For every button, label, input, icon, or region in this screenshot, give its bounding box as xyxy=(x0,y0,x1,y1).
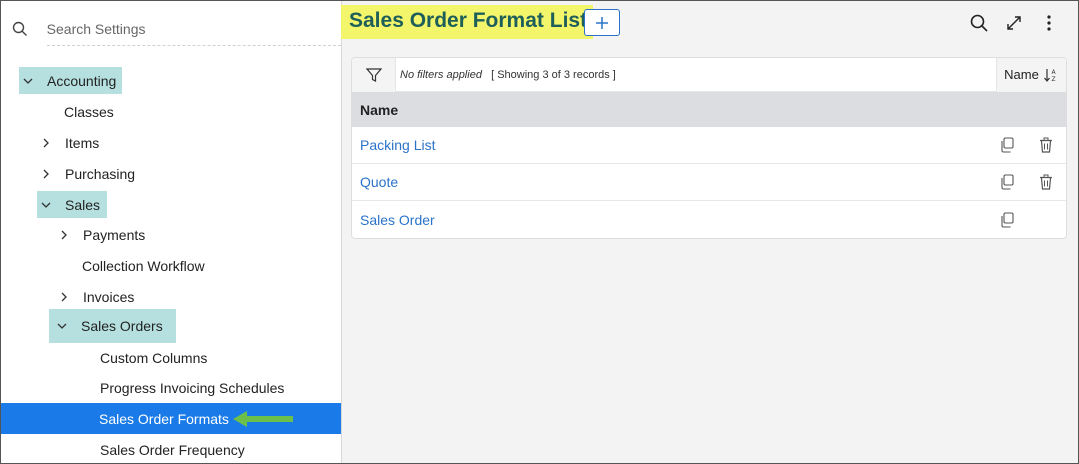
record-count: [ Showing 3 of 3 records ] xyxy=(491,68,616,81)
tree-item-label: Purchasing xyxy=(65,165,136,182)
search-row xyxy=(1,1,341,57)
filter-status: No filters applied [ Showing 3 of 3 reco… xyxy=(400,69,616,81)
add-button[interactable] xyxy=(584,9,620,36)
chevron-right-icon[interactable] xyxy=(39,136,53,150)
row-link-quote[interactable]: Quote xyxy=(360,174,398,190)
tree-item-payments[interactable]: Payments xyxy=(57,221,145,248)
expand-icon[interactable] xyxy=(1003,12,1025,34)
column-header-name[interactable]: Name xyxy=(352,92,1066,127)
tree-item-sales-orders[interactable]: Sales Orders xyxy=(49,309,176,343)
chevron-down-icon[interactable] xyxy=(39,198,53,212)
table-row: Packing List xyxy=(352,127,1066,164)
tree-item-label: Sales Order Frequency xyxy=(100,441,245,458)
filter-icon xyxy=(365,67,382,82)
copy-icon[interactable] xyxy=(998,211,1016,229)
tree-item-purchasing[interactable]: Purchasing xyxy=(39,160,135,187)
filter-button[interactable] xyxy=(352,58,396,92)
chevron-right-icon[interactable] xyxy=(57,290,71,304)
table-row: Quote xyxy=(352,164,1066,201)
filter-bar: No filters applied [ Showing 3 of 3 reco… xyxy=(352,58,1066,92)
search-input[interactable] xyxy=(46,12,341,46)
tree-item-invoices[interactable]: Invoices xyxy=(57,283,134,310)
tree-item-label: Collection Workflow xyxy=(82,257,205,274)
copy-icon[interactable] xyxy=(998,136,1016,154)
tree-item-sales-order-formats[interactable]: Sales Order Formats xyxy=(1,403,341,434)
more-options-icon[interactable] xyxy=(1038,12,1060,34)
search-icon xyxy=(11,20,29,38)
chevron-right-icon[interactable] xyxy=(57,228,71,242)
table-row: Sales Order xyxy=(352,201,1066,238)
tree-item-label: Invoices xyxy=(83,288,135,305)
tree-item-accounting[interactable]: Accounting xyxy=(19,67,122,94)
no-filters-text: No filters applied xyxy=(400,68,482,81)
sort-label: Name xyxy=(1004,67,1039,82)
tree-item-sales[interactable]: Sales xyxy=(37,191,107,218)
chevron-down-icon[interactable] xyxy=(21,74,35,88)
tree-item-label: Custom Columns xyxy=(100,349,208,366)
tree-item-progress-invoicing[interactable]: Progress Invoicing Schedules xyxy=(100,374,284,401)
chevron-right-icon[interactable] xyxy=(39,167,53,181)
svg-text:Z: Z xyxy=(1051,76,1055,83)
tree-item-label: Sales Orders xyxy=(81,318,163,334)
copy-icon[interactable] xyxy=(998,173,1016,191)
pointer-arrow-icon xyxy=(233,411,293,427)
tree-item-label: Accounting xyxy=(47,72,117,89)
tree-item-label: Items xyxy=(65,134,100,151)
trash-icon[interactable] xyxy=(1037,136,1055,154)
tree-item-collection-workflow[interactable]: Collection Workflow xyxy=(82,252,205,279)
tree-item-label: Sales Order Formats xyxy=(99,410,229,427)
sort-az-icon: AZ xyxy=(1043,68,1056,83)
row-link-packing-list[interactable]: Packing List xyxy=(360,137,435,153)
svg-text:A: A xyxy=(1051,69,1056,76)
row-link-sales-order[interactable]: Sales Order xyxy=(360,212,435,228)
chevron-down-icon[interactable] xyxy=(55,319,69,333)
settings-sidebar: Accounting Classes Items Purchasing Sale… xyxy=(1,1,342,463)
sort-button[interactable]: Name AZ xyxy=(996,58,1066,92)
page-title: Sales Order Format List xyxy=(341,5,594,39)
tree-item-custom-columns[interactable]: Custom Columns xyxy=(100,344,207,371)
tree-item-label: Sales xyxy=(65,196,101,213)
tree-item-classes[interactable]: Classes xyxy=(64,98,114,125)
tree-item-label: Classes xyxy=(64,103,114,120)
trash-icon[interactable] xyxy=(1037,173,1055,191)
tree-item-items[interactable]: Items xyxy=(39,129,99,156)
plus-icon xyxy=(596,16,608,29)
tree-item-label: Progress Invoicing Schedules xyxy=(100,379,285,396)
tree-item-sales-order-frequency[interactable]: Sales Order Frequency xyxy=(100,436,245,463)
list-card: No filters applied [ Showing 3 of 3 reco… xyxy=(351,57,1067,239)
tree-item-label: Payments xyxy=(83,226,146,243)
search-icon[interactable] xyxy=(968,12,990,34)
